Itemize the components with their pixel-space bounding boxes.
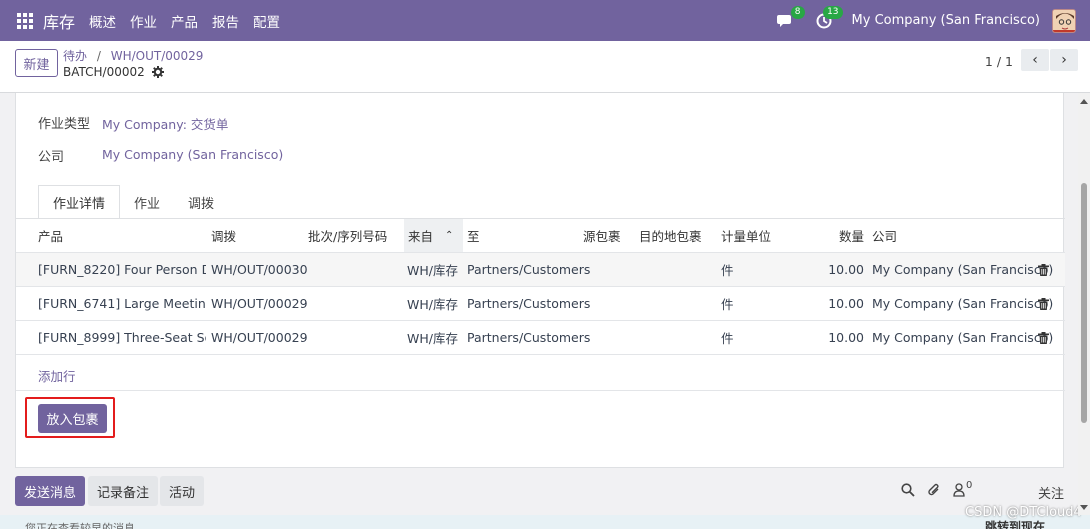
trash-icon[interactable] (1038, 287, 1049, 320)
col-company[interactable]: 公司 (872, 219, 897, 252)
nav-products[interactable]: 产品 (171, 11, 198, 31)
nav-configuration[interactable]: 配置 (253, 11, 280, 31)
messages-count-badge: 8 (790, 5, 805, 19)
record-name: BATCH/00002 (63, 65, 145, 79)
pager-value[interactable]: 1 / 1 (985, 54, 1013, 69)
send-message-button[interactable]: 发送消息 (15, 476, 86, 506)
user-icon (953, 483, 965, 497)
move-lines-table: 产品 调拨 批次/序列号码 来自 ⌃ 至 源包裹 目的地包裹 计量单位 数量 公… (16, 219, 1065, 355)
add-line-link[interactable]: 添加行 (38, 366, 76, 385)
older-messages-bar: 您正在查看较早的消息 跳转到现在 (0, 515, 1090, 529)
row-transfer: WH/OUT/00030 (211, 262, 308, 277)
row-uom: 件 (721, 297, 734, 312)
pager-next-button[interactable]: › (1050, 49, 1078, 71)
user-avatar[interactable] (1052, 8, 1076, 33)
table-row[interactable]: [FURN_6741] Large Meeting... WH/OUT/0002… (16, 287, 1065, 321)
row-product: [FURN_6741] Large Meeting... (38, 296, 206, 311)
row-to: Partners/Customers (467, 262, 591, 277)
pager-previous-button[interactable]: ‹ (1021, 49, 1049, 71)
row-product: [FURN_8999] Three-Seat Sofa (38, 330, 206, 345)
row-from: WH/库存 (407, 331, 458, 346)
tab-operation-details[interactable]: 作业详情 (38, 185, 121, 219)
sort-ascending-icon: ⌃ (445, 230, 454, 241)
row-product: [FURN_8220] Four Person D... (38, 262, 206, 277)
log-note-button[interactable]: 记录备注 (88, 476, 159, 506)
col-lot[interactable]: 批次/序列号码 (308, 219, 387, 252)
scrollbar[interactable] (1078, 93, 1090, 515)
gear-icon[interactable] (151, 66, 164, 78)
search-icon[interactable] (901, 483, 915, 497)
company-label: 公司 (38, 150, 65, 165)
chevron-left-icon: ‹ (1032, 52, 1038, 68)
col-product[interactable]: 产品 (38, 219, 63, 252)
operation-type-label: 作业类型 (38, 117, 91, 132)
row-from: WH/库存 (407, 263, 458, 278)
row-company: My Company (San Francisco) (872, 262, 1054, 277)
trash-icon[interactable] (1038, 321, 1049, 354)
col-quantity[interactable]: 数量 (816, 219, 864, 252)
form-sheet: 作业类型 My Company: 交货单 公司 My Company (San … (15, 93, 1065, 468)
scroll-up-icon[interactable] (1080, 99, 1088, 104)
trash-icon[interactable] (1038, 253, 1049, 286)
operation-type-field[interactable]: My Company: 交货单 (102, 114, 228, 133)
row-from: WH/库存 (407, 297, 458, 312)
notebook-tabs: 作业详情 作业 调拨 (38, 185, 228, 219)
record-title: BATCH/00002 (63, 65, 164, 79)
table-row[interactable]: [FURN_8999] Three-Seat Sofa WH/OUT/00029… (16, 321, 1065, 355)
followers-count: 0 (966, 480, 973, 491)
row-company: My Company (San Francisco) (872, 330, 1054, 345)
messages-button[interactable]: 8 (776, 5, 805, 31)
col-source-package[interactable]: 源包裹 (583, 219, 621, 252)
older-messages-notice: 您正在查看较早的消息 (25, 522, 135, 529)
activity-button[interactable]: 活动 (160, 476, 205, 506)
followers-button[interactable]: 0 (953, 480, 973, 497)
top-navbar: 库存 概述 作业 产品 报告 配置 8 13 My Company (San F… (0, 0, 1090, 41)
put-in-pack-button[interactable]: 放入包裹 (38, 404, 107, 433)
app-name[interactable]: 库存 (43, 9, 75, 33)
chevron-right-icon: › (1061, 52, 1067, 68)
nav-overview[interactable]: 概述 (89, 11, 116, 31)
company-switcher[interactable]: My Company (San Francisco) (852, 13, 1040, 28)
table-header: 产品 调拨 批次/序列号码 来自 ⌃ 至 源包裹 目的地包裹 计量单位 数量 公… (16, 219, 1065, 253)
breadcrumb-separator: / (96, 49, 101, 63)
tab-transfers[interactable]: 调拨 (174, 185, 228, 219)
activities-button[interactable]: 13 (814, 5, 843, 31)
paperclip-icon[interactable] (927, 483, 941, 498)
watermark: CSDN @DTCloud4 (965, 505, 1082, 520)
row-transfer: WH/OUT/00029 (211, 296, 308, 311)
row-to: Partners/Customers (467, 296, 591, 311)
scroll-down-icon[interactable] (1080, 505, 1088, 510)
activities-count-badge: 13 (823, 5, 843, 19)
table-row[interactable]: [FURN_8220] Four Person D... WH/OUT/0003… (16, 253, 1065, 287)
scroll-thumb[interactable] (1081, 183, 1087, 423)
company-field[interactable]: My Company (San Francisco) (102, 147, 283, 162)
nav-operations[interactable]: 作业 (130, 11, 157, 31)
row-uom: 件 (721, 331, 734, 346)
user-face-icon (1053, 9, 1075, 32)
row-transfer: WH/OUT/00029 (211, 330, 308, 345)
nav-reporting[interactable]: 报告 (212, 11, 239, 31)
col-transfer[interactable]: 调拨 (211, 219, 236, 252)
row-to: Partners/Customers (467, 330, 591, 345)
follow-button[interactable]: 关注 (1038, 483, 1064, 502)
breadcrumb: 待办 / WH/OUT/00029 (63, 47, 203, 64)
col-destination-package[interactable]: 目的地包裹 (639, 219, 702, 252)
breadcrumb-parent[interactable]: 待办 (63, 49, 87, 63)
divider (16, 390, 1065, 391)
app-menu-icon[interactable] (17, 12, 33, 29)
col-uom[interactable]: 计量单位 (721, 219, 771, 252)
row-quantity: 10.00 (828, 296, 864, 311)
row-company: My Company (San Francisco) (872, 296, 1054, 311)
breadcrumb-current[interactable]: WH/OUT/00029 (111, 49, 204, 63)
col-from-label: 来自 (408, 229, 434, 244)
tab-operations[interactable]: 作业 (120, 185, 174, 219)
row-quantity: 10.00 (828, 262, 864, 277)
control-panel: 新建 待办 / WH/OUT/00029 BATCH/00002 1 / 1 ‹… (0, 41, 1090, 93)
col-from[interactable]: 来自 ⌃ (404, 219, 463, 252)
row-uom: 件 (721, 263, 734, 278)
col-to[interactable]: 至 (467, 219, 480, 252)
row-quantity: 10.00 (828, 330, 864, 345)
new-button[interactable]: 新建 (15, 49, 58, 77)
